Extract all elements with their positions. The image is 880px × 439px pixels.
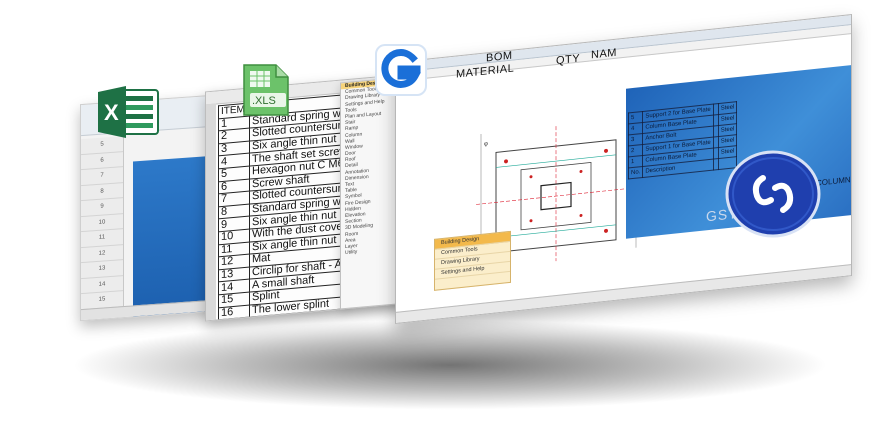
xls-row-gutter xyxy=(206,103,216,321)
svg-text:X: X xyxy=(104,100,119,125)
excel-row-numbers: 567891011121314151617 xyxy=(81,136,124,322)
floor-shadow xyxy=(70,320,830,410)
material-label: MATERIAL xyxy=(456,62,515,81)
nam-label: NAM xyxy=(591,46,617,62)
cad-left-menu: Building Design Common Tools Drawing Libra… xyxy=(434,230,511,291)
qty-label: QTY xyxy=(556,52,581,68)
product-illustration: 567891011121314151617 ITEM DESCR 1Standa… xyxy=(0,0,880,439)
g-logo-icon xyxy=(375,44,427,96)
svg-text:φ: φ xyxy=(484,141,488,147)
svg-text:.XLS: .XLS xyxy=(252,95,276,107)
item-number: 16 xyxy=(218,304,250,320)
parts-cell: No. xyxy=(628,166,643,179)
xls-file-icon: .XLS xyxy=(243,64,289,116)
bom-title-block: BOM MATERIAL QTY NAM xyxy=(426,39,626,88)
link-icon xyxy=(725,150,821,238)
excel-icon: X xyxy=(98,86,159,138)
